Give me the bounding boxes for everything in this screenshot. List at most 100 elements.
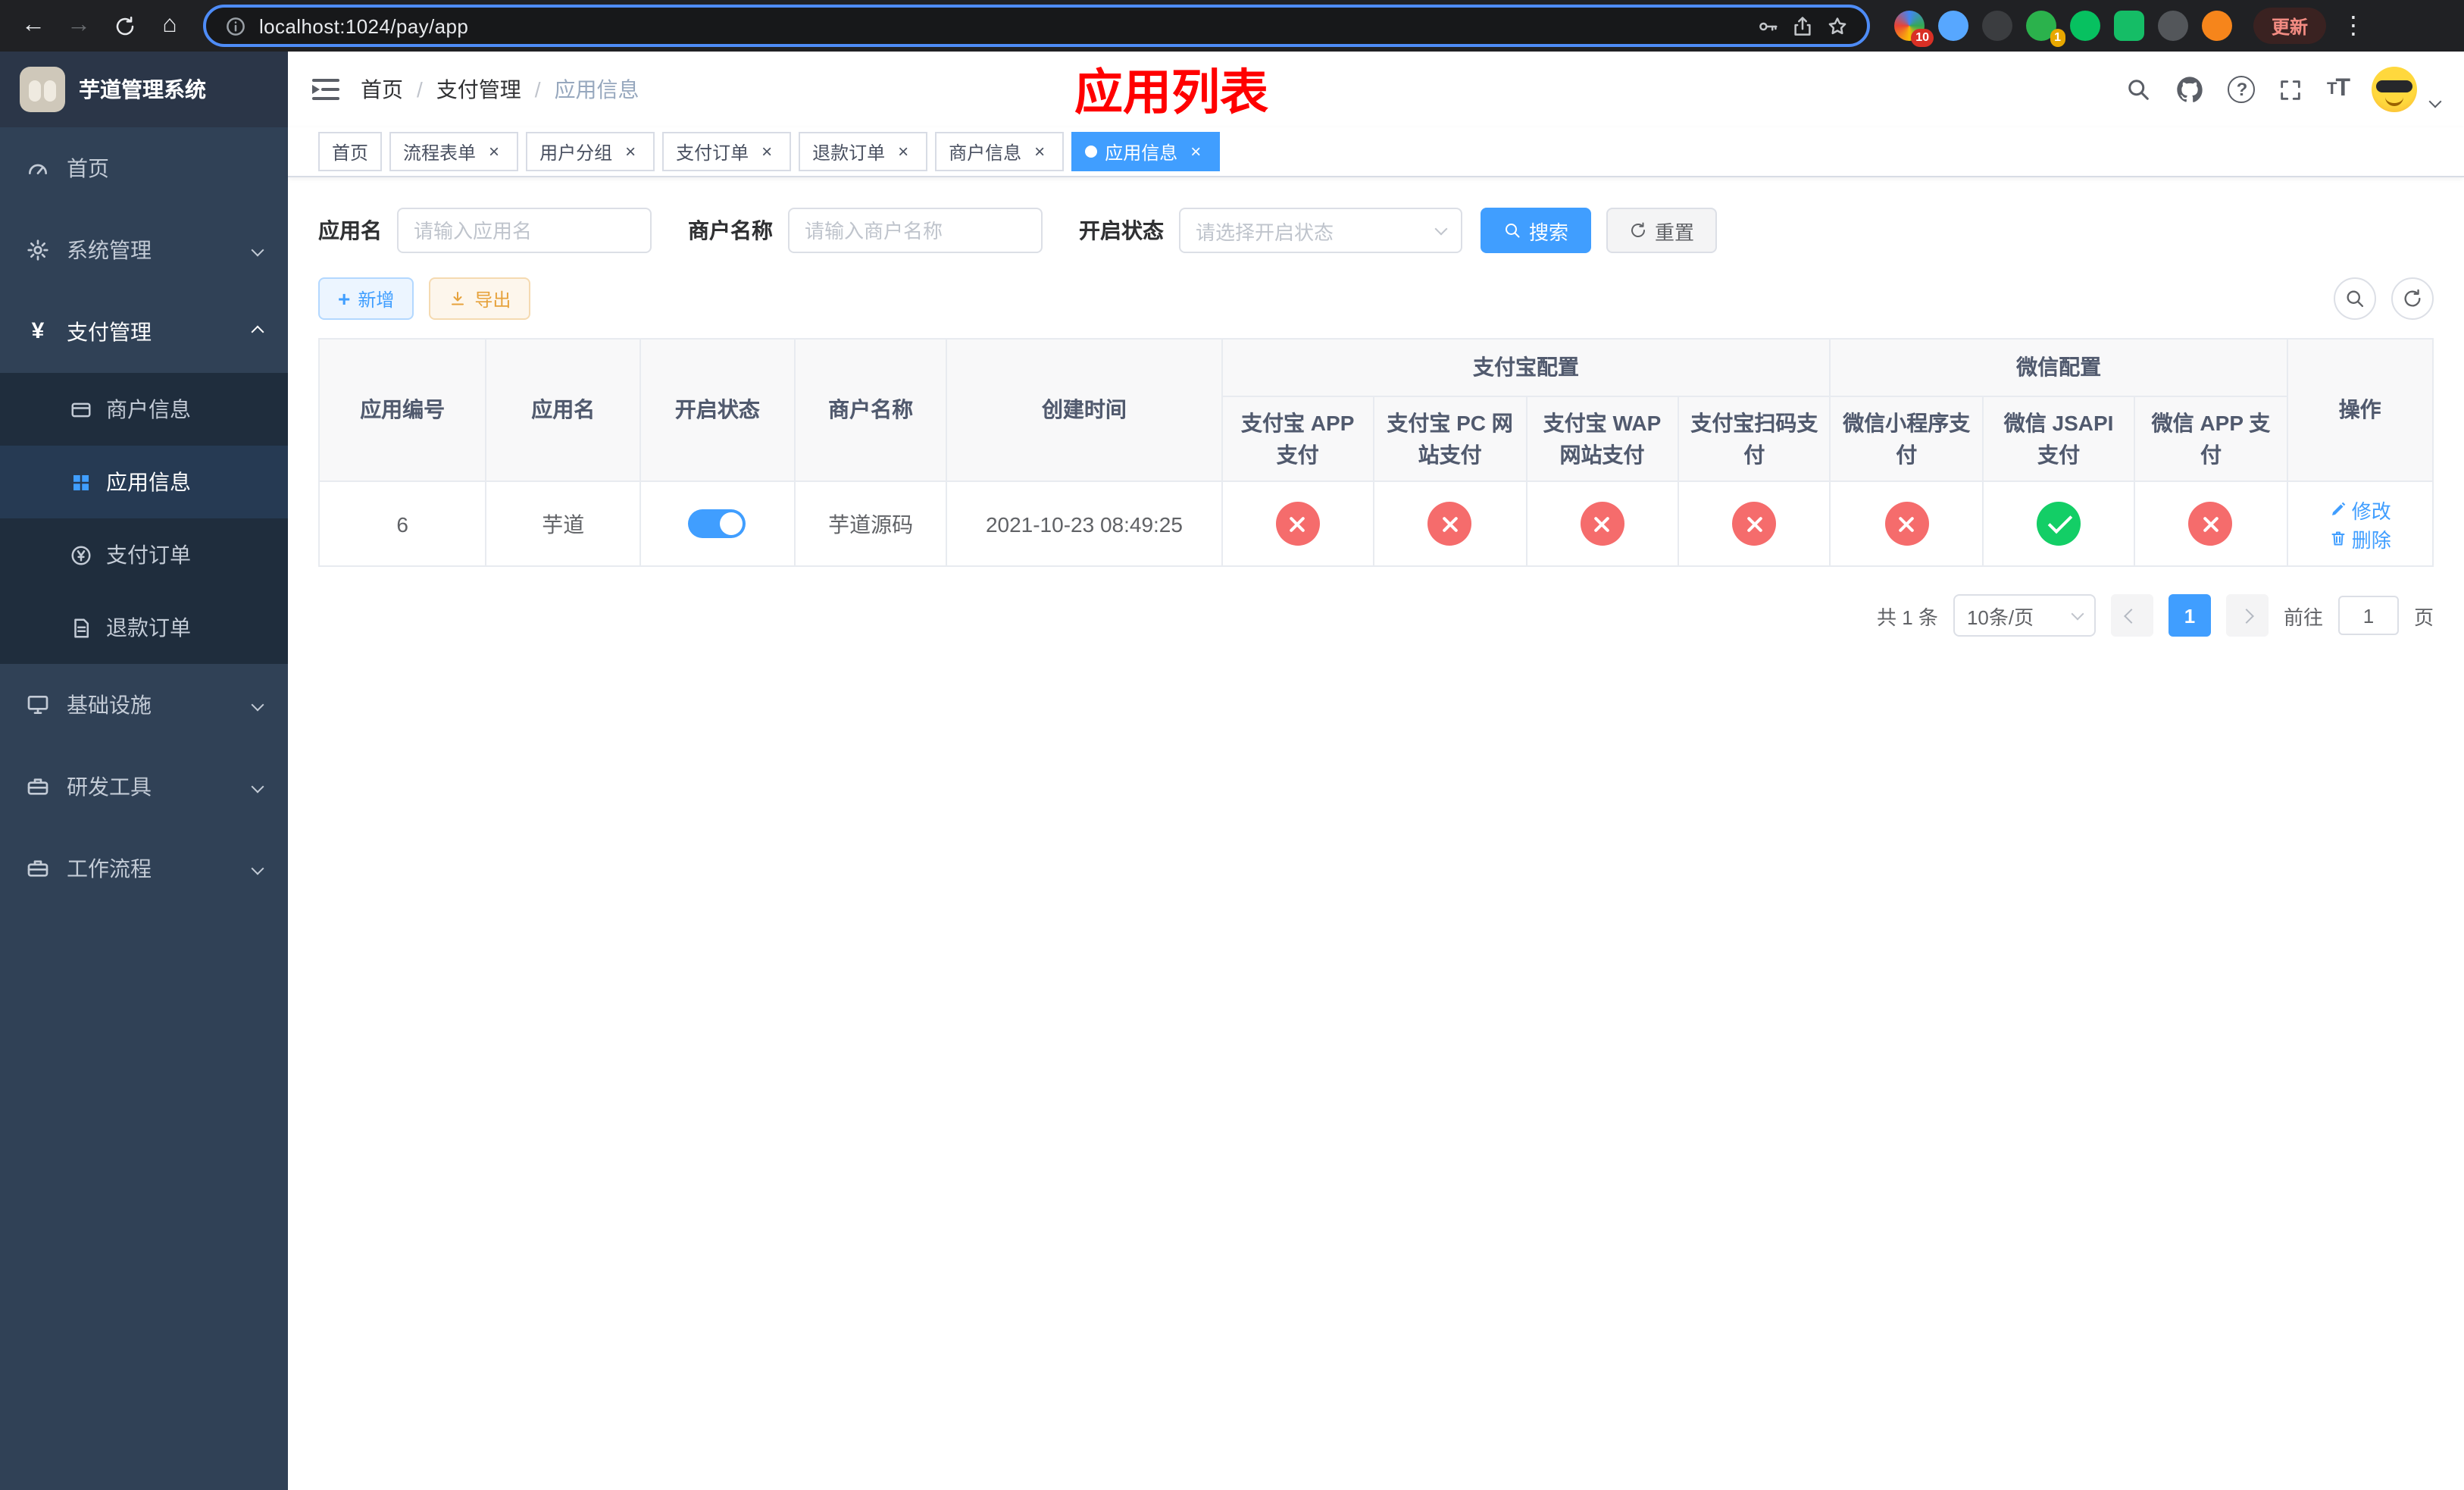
export-button[interactable]: 导出 bbox=[429, 277, 531, 320]
page-size-select[interactable]: 10条/页 bbox=[1953, 594, 2096, 637]
site-info-icon[interactable] bbox=[224, 14, 247, 37]
search-button[interactable]: 搜索 bbox=[1481, 208, 1592, 253]
browser-menu-icon[interactable]: ⋮ bbox=[2335, 11, 2372, 41]
fullscreen-icon[interactable] bbox=[2278, 77, 2304, 102]
sidebar-item-merchant-info[interactable]: 商户信息 bbox=[0, 373, 288, 446]
current-page-button[interactable]: 1 bbox=[2168, 594, 2211, 637]
plus-icon: + bbox=[338, 286, 351, 311]
app-name-input[interactable] bbox=[397, 208, 652, 253]
col-header-alipay-app: 支付宝 APP 支付 bbox=[1221, 396, 1375, 482]
sidebar-item-payment[interactable]: ¥ 支付管理 bbox=[0, 291, 288, 373]
toggle-search-button[interactable] bbox=[2334, 277, 2376, 320]
col-header-merchant: 商户名称 bbox=[793, 338, 948, 482]
chevron-down-icon bbox=[251, 780, 264, 794]
sidebar-item-label: 商户信息 bbox=[106, 397, 191, 421]
breadcrumb-home[interactable]: 首页 bbox=[361, 74, 403, 105]
extension-icon-1[interactable]: 10 bbox=[1894, 11, 1934, 47]
sidebar-item-pay-order[interactable]: 支付订单 bbox=[0, 518, 288, 591]
back-button[interactable]: ← bbox=[12, 5, 55, 47]
github-icon[interactable] bbox=[2175, 74, 2206, 105]
header-search-icon[interactable] bbox=[2125, 76, 2153, 103]
tab-close-icon[interactable]: × bbox=[1185, 141, 1206, 162]
sidebar-item-workflow[interactable]: 工作流程 bbox=[0, 828, 288, 909]
status-toggle[interactable] bbox=[688, 509, 746, 538]
breadcrumb-payment[interactable]: 支付管理 bbox=[436, 74, 521, 105]
page-size-value: 10条/页 bbox=[1966, 606, 2034, 628]
sidebar-item-system[interactable]: 系统管理 bbox=[0, 209, 288, 291]
sidebar-item-refund-order[interactable]: 退款订单 bbox=[0, 591, 288, 664]
share-icon[interactable] bbox=[1791, 14, 1814, 37]
sidebar-item-home[interactable]: 首页 bbox=[0, 127, 288, 209]
breadcrumb: 首页 / 支付管理 / 应用信息 bbox=[361, 74, 639, 105]
tab-merchant-info[interactable]: 商户信息 × bbox=[935, 132, 1065, 171]
col-header-alipay-pc: 支付宝 PC 网站支付 bbox=[1373, 396, 1527, 482]
address-bar[interactable]: localhost:1024/pay/app bbox=[203, 5, 1870, 47]
add-button[interactable]: + 新增 bbox=[318, 277, 414, 320]
avatar-dropdown-caret-icon[interactable] bbox=[2428, 95, 2442, 108]
url-text: localhost:1024/pay/app bbox=[259, 14, 469, 37]
sidebar-item-label: 退款订单 bbox=[106, 615, 191, 640]
browser-toolbar: ← → ⌂ localhost:1024/pay/app 10 1 更新 ⋮ bbox=[0, 0, 2464, 52]
col-header-wechat-app: 微信 APP 支付 bbox=[2134, 396, 2288, 482]
sidebar-item-label: 支付订单 bbox=[106, 543, 191, 567]
extension-icon-5[interactable] bbox=[2070, 11, 2100, 41]
sidebar-toggle-icon[interactable] bbox=[312, 79, 339, 100]
monitor-icon bbox=[27, 696, 48, 714]
extension-badge: 1 bbox=[2050, 29, 2065, 47]
cell-app-name: 芋道 bbox=[485, 480, 642, 567]
goto-label: 前往 bbox=[2283, 606, 2323, 628]
table-row: 6 芋道 芋道源码 2021-10-23 08:49:25 修改 删除 bbox=[317, 480, 2434, 567]
refresh-table-button[interactable] bbox=[2391, 277, 2434, 320]
tab-close-icon[interactable]: × bbox=[483, 141, 505, 162]
chevron-up-icon bbox=[251, 325, 264, 339]
alipay-app-status-icon bbox=[1275, 502, 1320, 546]
goto-page-input[interactable] bbox=[2337, 596, 2399, 635]
sidebar-logo[interactable]: 芋道管理系统 bbox=[0, 52, 288, 127]
delete-button[interactable]: 删除 bbox=[2329, 524, 2391, 552]
extension-icon-7[interactable] bbox=[2158, 11, 2188, 41]
main-area: 首页 / 支付管理 / 应用信息 应用列表 ? TT 首页 流程表单 × 用户分… bbox=[288, 52, 2464, 1490]
tab-home[interactable]: 首页 bbox=[318, 132, 383, 171]
chevron-down-icon bbox=[1434, 222, 1448, 236]
app-name-label: 应用名 bbox=[318, 218, 382, 243]
tab-refund-order[interactable]: 退款订单 × bbox=[799, 132, 928, 171]
home-button[interactable]: ⌂ bbox=[149, 5, 191, 47]
extension-icon-4[interactable]: 1 bbox=[2026, 11, 2065, 47]
merchant-name-input[interactable] bbox=[788, 208, 1043, 253]
tab-close-icon[interactable]: × bbox=[756, 141, 777, 162]
edit-button[interactable]: 修改 bbox=[2329, 495, 2391, 524]
tab-app-info[interactable]: 应用信息 × bbox=[1071, 132, 1221, 171]
tab-process-form[interactable]: 流程表单 × bbox=[389, 132, 519, 171]
tab-close-icon[interactable]: × bbox=[620, 141, 641, 162]
sidebar-item-devtools[interactable]: 研发工具 bbox=[0, 746, 288, 828]
dashboard-icon bbox=[29, 164, 47, 174]
extension-icon-3[interactable] bbox=[1982, 11, 2012, 41]
extension-icon-6[interactable] bbox=[2114, 11, 2144, 41]
alipay-qr-status-icon bbox=[1732, 502, 1777, 546]
sidebar-item-app-info[interactable]: 应用信息 bbox=[0, 446, 288, 518]
tab-close-icon[interactable]: × bbox=[893, 141, 914, 162]
status-select[interactable]: 请选择开启状态 bbox=[1179, 208, 1462, 253]
bookmark-star-icon[interactable] bbox=[1826, 14, 1849, 37]
tab-label: 用户分组 bbox=[539, 142, 613, 163]
breadcrumb-current: 应用信息 bbox=[554, 77, 639, 102]
tab-close-icon[interactable]: × bbox=[1029, 141, 1050, 162]
tab-pay-order[interactable]: 支付订单 × bbox=[662, 132, 792, 171]
group-header-alipay: 支付宝配置 bbox=[1221, 338, 1831, 397]
font-size-icon[interactable]: TT bbox=[2327, 76, 2350, 103]
tab-user-group[interactable]: 用户分组 × bbox=[526, 132, 655, 171]
password-key-icon[interactable] bbox=[1756, 14, 1779, 37]
tags-view: 首页 流程表单 × 用户分组 × 支付订单 × 退款订单 × 商户信息 × 应用… bbox=[288, 127, 2464, 177]
browser-update-button[interactable]: 更新 bbox=[2253, 8, 2327, 44]
forward-button[interactable]: → bbox=[58, 5, 100, 47]
sidebar-item-infra[interactable]: 基础设施 bbox=[0, 664, 288, 746]
extension-icon-8[interactable] bbox=[2202, 11, 2232, 41]
user-avatar[interactable] bbox=[2372, 67, 2417, 112]
reset-button[interactable]: 重置 bbox=[1606, 208, 1718, 253]
prev-page-button[interactable] bbox=[2110, 594, 2153, 637]
reload-button[interactable] bbox=[103, 5, 145, 47]
extension-icon-2[interactable] bbox=[1938, 11, 1968, 41]
tab-label: 首页 bbox=[332, 142, 369, 163]
next-page-button[interactable] bbox=[2225, 594, 2269, 637]
help-icon[interactable]: ? bbox=[2228, 76, 2256, 103]
